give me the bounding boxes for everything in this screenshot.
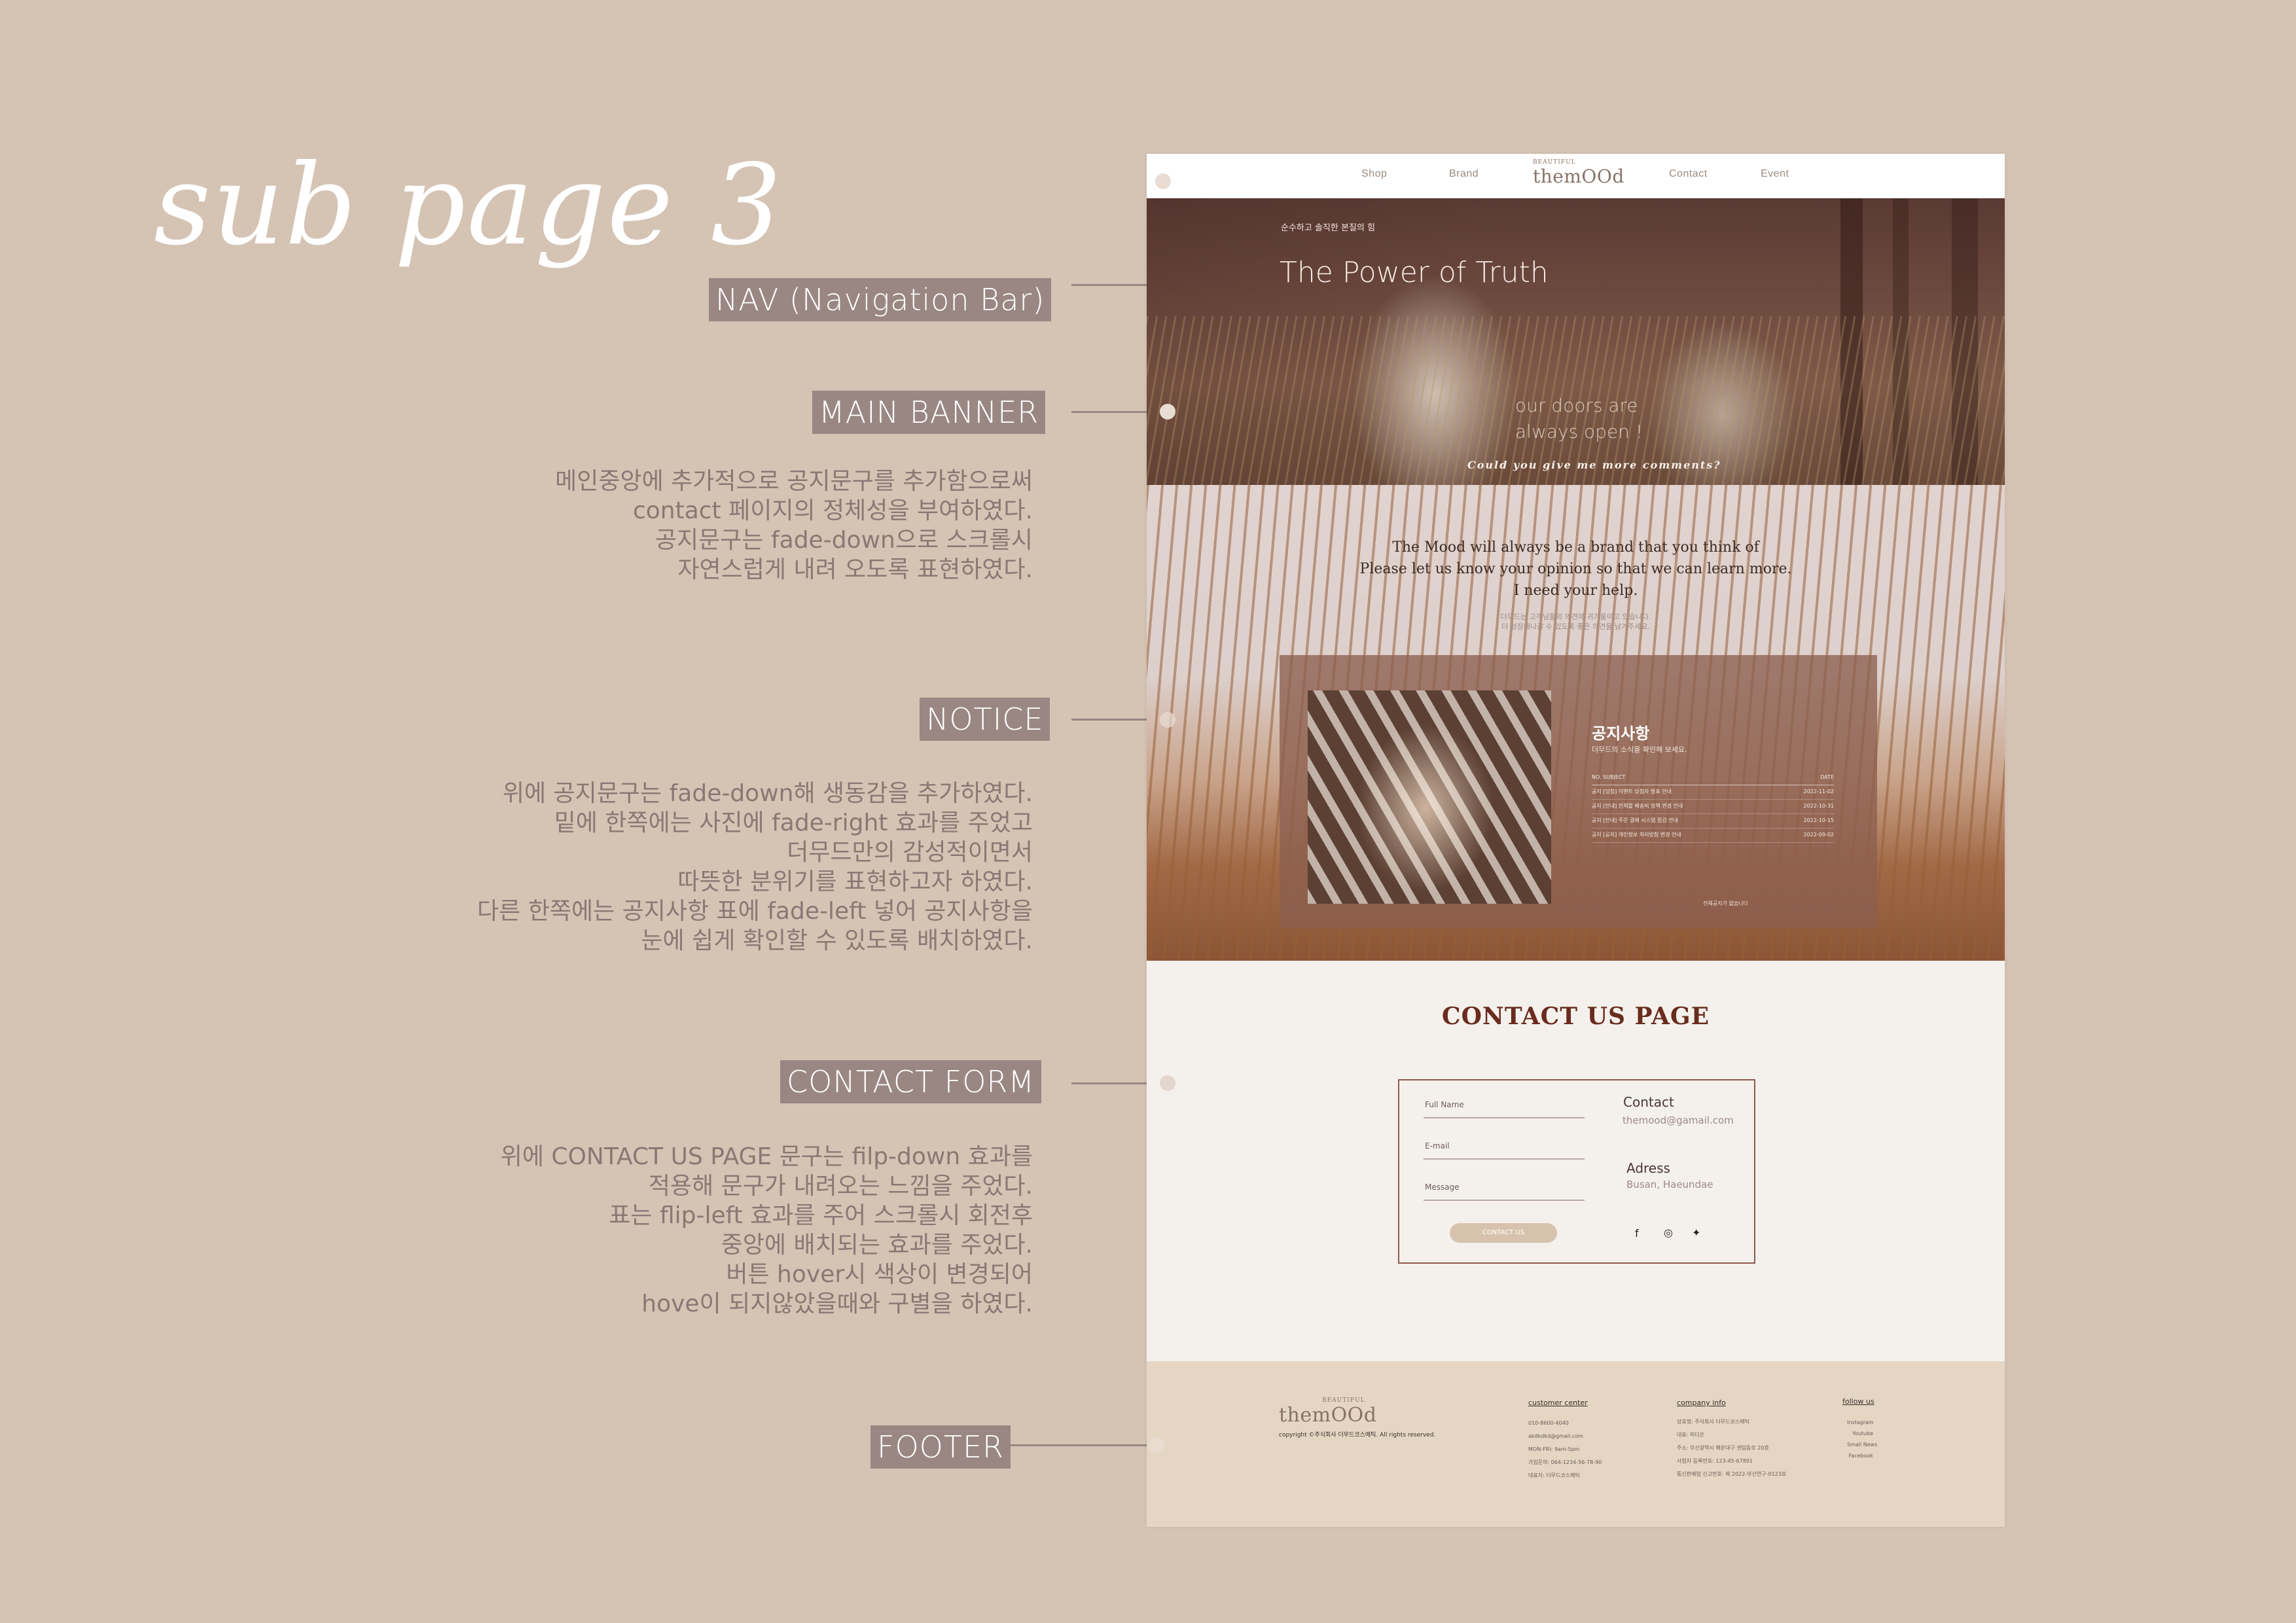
notice-description: 위에 공지문구는 fade-down해 생동감을 추가하였다. 밑에 한쪽에는 … xyxy=(477,780,1033,954)
table-row[interactable]: 공지 [안내] 주문 결제 시스템 점검 안내 2022-10-15 xyxy=(1592,813,1834,829)
customer-center-info: 010-8600-4040 akdkdkd@gmail.com MON-FRI:… xyxy=(1528,1420,1602,1478)
site-mockup: Shop Brand BEAUTIFUL themOOd Contact Eve… xyxy=(1147,154,2005,1527)
company-info-heading: company info xyxy=(1677,1399,1726,1407)
footer-link-small-news[interactable]: Small News xyxy=(1847,1439,1877,1450)
notice-col-subject: NO. SUBJECT xyxy=(1592,774,1626,780)
banner-marker-dot xyxy=(1160,404,1175,419)
banner-tag: MAIN BANNER xyxy=(812,391,1046,434)
nav-tag: NAV (Navigation Bar) xyxy=(709,278,1052,321)
footer-link-facebook[interactable]: Facebook xyxy=(1847,1450,1873,1461)
footer-leader xyxy=(1006,1444,1157,1446)
banner-line-2: always open ! xyxy=(1515,421,1643,442)
main-banner: 순수하고 솔직한 본질의 힘 The Power of Truth our do… xyxy=(1147,198,2005,485)
notice-col-date: DATE xyxy=(1820,774,1834,780)
banner-ask: Could you give me more comments? xyxy=(1467,459,1721,471)
nav-item-event[interactable]: Event xyxy=(1761,168,1789,180)
twitter-icon[interactable]: ✦ xyxy=(1692,1226,1700,1239)
notice-tag: NOTICE xyxy=(920,698,1050,741)
footer-logo[interactable]: themOOd xyxy=(1279,1404,1376,1427)
full-name-label: Full Name xyxy=(1425,1100,1464,1109)
facebook-icon[interactable]: f xyxy=(1635,1227,1639,1240)
follow-us-heading: follow us xyxy=(1842,1397,1874,1406)
table-row[interactable]: 공지 [당첨] 이벤트 당첨자 발표 안내 2022-11-02 xyxy=(1592,785,1834,800)
email-field[interactable] xyxy=(1424,1158,1585,1160)
address-heading: Adress xyxy=(1626,1160,1670,1176)
message-label: Message xyxy=(1425,1183,1460,1192)
contact-email: themood@gamail.com xyxy=(1623,1115,1734,1126)
email-label: E-mail xyxy=(1425,1141,1450,1150)
full-name-field[interactable] xyxy=(1424,1117,1585,1118)
banner-description: 메인중앙에 추가적으로 공지문구를 추가함으로써 contact 페이지의 정체… xyxy=(555,468,1033,583)
banner-kicker: 순수하고 솔직한 본질의 힘 xyxy=(1281,223,1375,233)
nav-item-brand[interactable]: Brand xyxy=(1449,168,1479,180)
footer-marker-dot xyxy=(1149,1437,1164,1453)
contact-description: 위에 CONTACT US PAGE 문구는 filp-down 효과를 적용해… xyxy=(500,1143,1033,1317)
address-value: Busan, Haeundae xyxy=(1626,1179,1713,1190)
mock-nav-bar: Shop Brand BEAUTIFUL themOOd Contact Eve… xyxy=(1147,154,2005,198)
page-title: sub page 3 xyxy=(154,141,783,270)
banner-line-1: our doors are xyxy=(1515,395,1638,416)
table-row[interactable]: 공지 [안내] 전체몰 배송비 정책 변경 안내 2022-10-31 xyxy=(1592,799,1834,814)
nav-logo-sub: BEAUTIFUL xyxy=(1533,159,1576,166)
footer-link-youtube[interactable]: Youtube xyxy=(1847,1428,1873,1439)
contact-title: CONTACT US PAGE xyxy=(1441,1003,1710,1030)
contact-us-button[interactable]: CONTACT US xyxy=(1450,1223,1557,1243)
notice-table-header: NO. SUBJECT DATE xyxy=(1592,770,1834,785)
banner-title: The Power of Truth xyxy=(1280,256,1549,289)
notice-small-copy: 더무드는 고객님들의 의견에 귀기울이고 있습니다. 더 성장해나갈 수 있도록… xyxy=(1500,613,1651,631)
notice-marker-dot xyxy=(1160,712,1175,728)
customer-center-heading: customer center xyxy=(1528,1399,1588,1407)
notice-copy: The Mood will always be a brand that you… xyxy=(1359,539,1792,599)
instagram-icon[interactable]: ◎ xyxy=(1664,1226,1673,1239)
notice-photo xyxy=(1308,690,1551,904)
footer-logo-sub: BEAUTIFUL xyxy=(1322,1397,1365,1404)
nav-logo[interactable]: themOOd xyxy=(1533,166,1624,187)
message-field[interactable] xyxy=(1424,1200,1585,1201)
footer-copyright: copyright ©주식회사 더무드코스메틱. All rights rese… xyxy=(1279,1432,1436,1438)
notice-subtitle: 더무드의 소식을 확인해 보세요. xyxy=(1592,745,1687,754)
contact-marker-dot xyxy=(1160,1075,1175,1091)
notice-title: 공지사항 xyxy=(1592,724,1650,743)
table-row[interactable]: 공지 [공지] 개인정보 처리방침 변경 안내 2022-09-02 xyxy=(1592,828,1834,843)
company-info: 상호명: 주식회사 더무드코스메틱 대표: 허다은 주소: 부산광역시 해운대구… xyxy=(1677,1419,1787,1477)
nav-item-contact[interactable]: Contact xyxy=(1669,168,1708,180)
footer-tag: FOOTER xyxy=(870,1425,1011,1469)
contact-tag: CONTACT FORM xyxy=(780,1060,1042,1103)
footer-link-instagram[interactable]: Instagram xyxy=(1847,1417,1874,1428)
notice-more-link[interactable]: 전체공지가 없습니다 xyxy=(1703,900,1748,907)
nav-item-shop[interactable]: Shop xyxy=(1361,168,1387,180)
follow-links: Instagram Youtube Small News Facebook xyxy=(1847,1417,1877,1461)
nav-marker-dot xyxy=(1155,173,1171,189)
contact-heading: Contact xyxy=(1623,1094,1674,1110)
